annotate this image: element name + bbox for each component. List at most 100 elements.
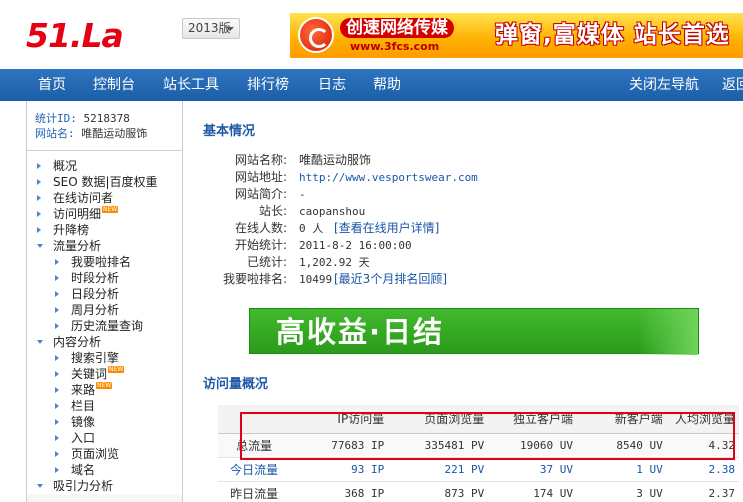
label-rank: 我要啦排名: xyxy=(222,272,287,286)
sidebar: 统计ID: 5218378 网站名: 唯酷运动服饰 概况 SEO 数据|百度权重在… xyxy=(26,101,183,502)
version-select[interactable]: 2013版 xyxy=(182,18,240,39)
table-row[interactable]: 今日流量 93 IP 221 PV 37 UV 1 UV 2.38 xyxy=(218,457,739,482)
value-counted: 1,202.92 天 xyxy=(299,256,370,269)
nav-console[interactable]: 控制台 xyxy=(93,69,135,101)
nav-logs[interactable]: 日志 xyxy=(318,69,346,101)
sidebar-item[interactable]: 镜像 xyxy=(27,414,182,430)
ad-banner-green[interactable]: 高收益·日结 xyxy=(249,308,699,355)
nav-close-left[interactable]: 关闭左导航 xyxy=(629,69,699,101)
sidebar-item[interactable]: 来路 NEW xyxy=(27,382,182,398)
sidebar-item-label: 域名 xyxy=(71,463,96,477)
sidebar-item-label: 流量分析 xyxy=(53,239,102,253)
info-online: 在线人数: xyxy=(183,220,287,237)
sidebar-item[interactable]: 吸引力分析 xyxy=(27,478,182,494)
sidebar-item-label: 入口 xyxy=(71,431,96,445)
version-label: 2013版 xyxy=(188,21,231,35)
nav-home[interactable]: 首页 xyxy=(38,69,66,101)
sidebar-item[interactable]: 历史流量查询 xyxy=(27,318,182,334)
row-label: 总流量 xyxy=(218,433,291,458)
label-owner: 站长: xyxy=(258,204,287,218)
value-rank: 10499 xyxy=(299,273,333,286)
sidebar-item-label: 日段分析 xyxy=(71,287,120,301)
sidebar-item-label: 镜像 xyxy=(71,415,96,429)
cell-pv[interactable]: 221 PV xyxy=(388,457,489,482)
sidebar-item[interactable]: 关键词 NEW xyxy=(27,366,182,382)
caret-right-icon xyxy=(55,451,59,457)
sidebar-item[interactable]: 流量分析 xyxy=(27,238,182,254)
label-online: 在线人数: xyxy=(234,221,287,235)
info-rank: 我要啦排名: xyxy=(183,271,287,288)
main-content: 基本情况 网站名称: 唯酷运动服饰 网站地址: http://www.vespo… xyxy=(183,101,743,502)
sidebar-item-label: 概况 xyxy=(53,159,78,173)
caret-right-icon xyxy=(37,227,41,233)
cell-new-uv[interactable]: 1 UV xyxy=(576,457,667,482)
caret-right-icon xyxy=(55,403,59,409)
value-start: 2011-8-2 16:00:00 xyxy=(299,239,412,252)
label-start: 开始统计: xyxy=(234,238,287,252)
cell-uv[interactable]: 37 UV xyxy=(488,457,577,482)
col-header-new-uv: 新客户端 xyxy=(576,405,667,434)
sidebar-item[interactable]: 域名 xyxy=(27,462,182,478)
site-name-label: 网站名: xyxy=(35,127,75,140)
sidebar-item[interactable]: 访问明细 NEW xyxy=(27,206,182,222)
col-header-avg: 人均浏览量 xyxy=(666,405,739,434)
sidebar-item[interactable]: 栏目 xyxy=(27,398,182,414)
site-name-value: 唯酷运动服饰 xyxy=(81,127,148,140)
cell-ip[interactable]: 93 IP xyxy=(290,457,389,482)
sidebar-item[interactable]: 在线访问者 xyxy=(27,190,182,206)
cell-uv: 174 UV xyxy=(488,481,577,502)
value-site-name: 唯酷运动服饰 xyxy=(299,153,372,167)
sidebar-item-label: 内容分析 xyxy=(53,335,102,349)
sidebar-item-label: 栏目 xyxy=(71,399,96,413)
site-url-link[interactable]: http://www.vesportswear.com xyxy=(299,169,478,186)
cell-avg[interactable]: 2.38 xyxy=(666,457,739,482)
rank-history-link[interactable]: [最近3个月排名回顾] xyxy=(334,272,447,286)
sidebar-item[interactable]: 升降榜 xyxy=(27,222,182,238)
ad-stripe xyxy=(638,309,698,355)
sidebar-item[interactable]: 内容分析 xyxy=(27,334,182,350)
sidebar-item[interactable]: 页面浏览 xyxy=(27,446,182,462)
caret-right-icon xyxy=(55,371,59,377)
sidebar-item-label: 访问明细 NEW xyxy=(53,206,119,221)
site-info: 统计ID: 5218378 网站名: 唯酷运动服饰 xyxy=(27,101,182,151)
nav-back[interactable]: 返回 xyxy=(722,69,743,101)
value-online: 0 人 xyxy=(299,222,324,235)
sidebar-item[interactable]: 入口 xyxy=(27,430,182,446)
sidebar-item-label: 历史流量查询 xyxy=(71,319,144,333)
sidebar-item[interactable]: 时段分析 xyxy=(27,270,182,286)
label-site-url: 网站地址: xyxy=(234,170,287,184)
caret-right-icon xyxy=(55,259,59,265)
cell-ip: 368 IP xyxy=(290,481,389,502)
sidebar-menu: 概况 SEO 数据|百度权重 在线访问者 访问明细 NEW 升降榜 流量分析 我要啦排名 时段分… xyxy=(27,151,182,494)
sidebar-item-label: 周月分析 xyxy=(71,303,120,317)
online-users-link[interactable]: [查看在线用户详情] xyxy=(334,221,439,235)
info-start: 开始统计: xyxy=(183,237,287,254)
sidebar-item[interactable]: 日段分析 xyxy=(27,286,182,302)
caret-right-icon xyxy=(55,291,59,297)
sidebar-item-label: 搜索引擎 xyxy=(71,351,120,365)
nav-help[interactable]: 帮助 xyxy=(373,69,401,101)
caret-right-icon xyxy=(55,467,59,473)
sidebar-item[interactable]: 周月分析 xyxy=(27,302,182,318)
new-badge: NEW xyxy=(108,366,125,373)
sidebar-item[interactable]: 搜索引擎 xyxy=(27,350,182,366)
site-id-label: 统计ID: xyxy=(35,112,77,125)
caret-down-icon xyxy=(37,340,43,344)
label-counted: 已统计: xyxy=(246,255,287,269)
caret-down-icon xyxy=(226,27,234,31)
sidebar-item-label: 吸引力分析 xyxy=(53,479,114,493)
nav-ranking[interactable]: 排行榜 xyxy=(247,69,289,101)
site-logo[interactable]: 51.La xyxy=(26,18,124,54)
sidebar-item-label: 在线访问者 xyxy=(53,191,114,205)
sidebar-item[interactable]: 概况 xyxy=(27,158,182,174)
info-site-url: 网站地址: xyxy=(183,169,287,186)
row-label: 昨日流量 xyxy=(218,481,291,502)
table-row: 昨日流量 368 IP 873 PV 174 UV 3 UV 2.37 xyxy=(218,481,739,502)
caret-right-icon xyxy=(37,163,41,169)
ad-banner[interactable]: 创速网络传媒 www.3fcs.com 弹窗,富媒体 站长首选 xyxy=(290,13,743,58)
row-label[interactable]: 今日流量 xyxy=(218,457,291,482)
sidebar-item[interactable]: 我要啦排名 xyxy=(27,254,182,270)
sidebar-item[interactable]: SEO 数据|百度权重 xyxy=(27,174,182,190)
nav-tools[interactable]: 站长工具 xyxy=(163,69,219,101)
visits-overview-title: 访问量概况 xyxy=(203,377,269,392)
